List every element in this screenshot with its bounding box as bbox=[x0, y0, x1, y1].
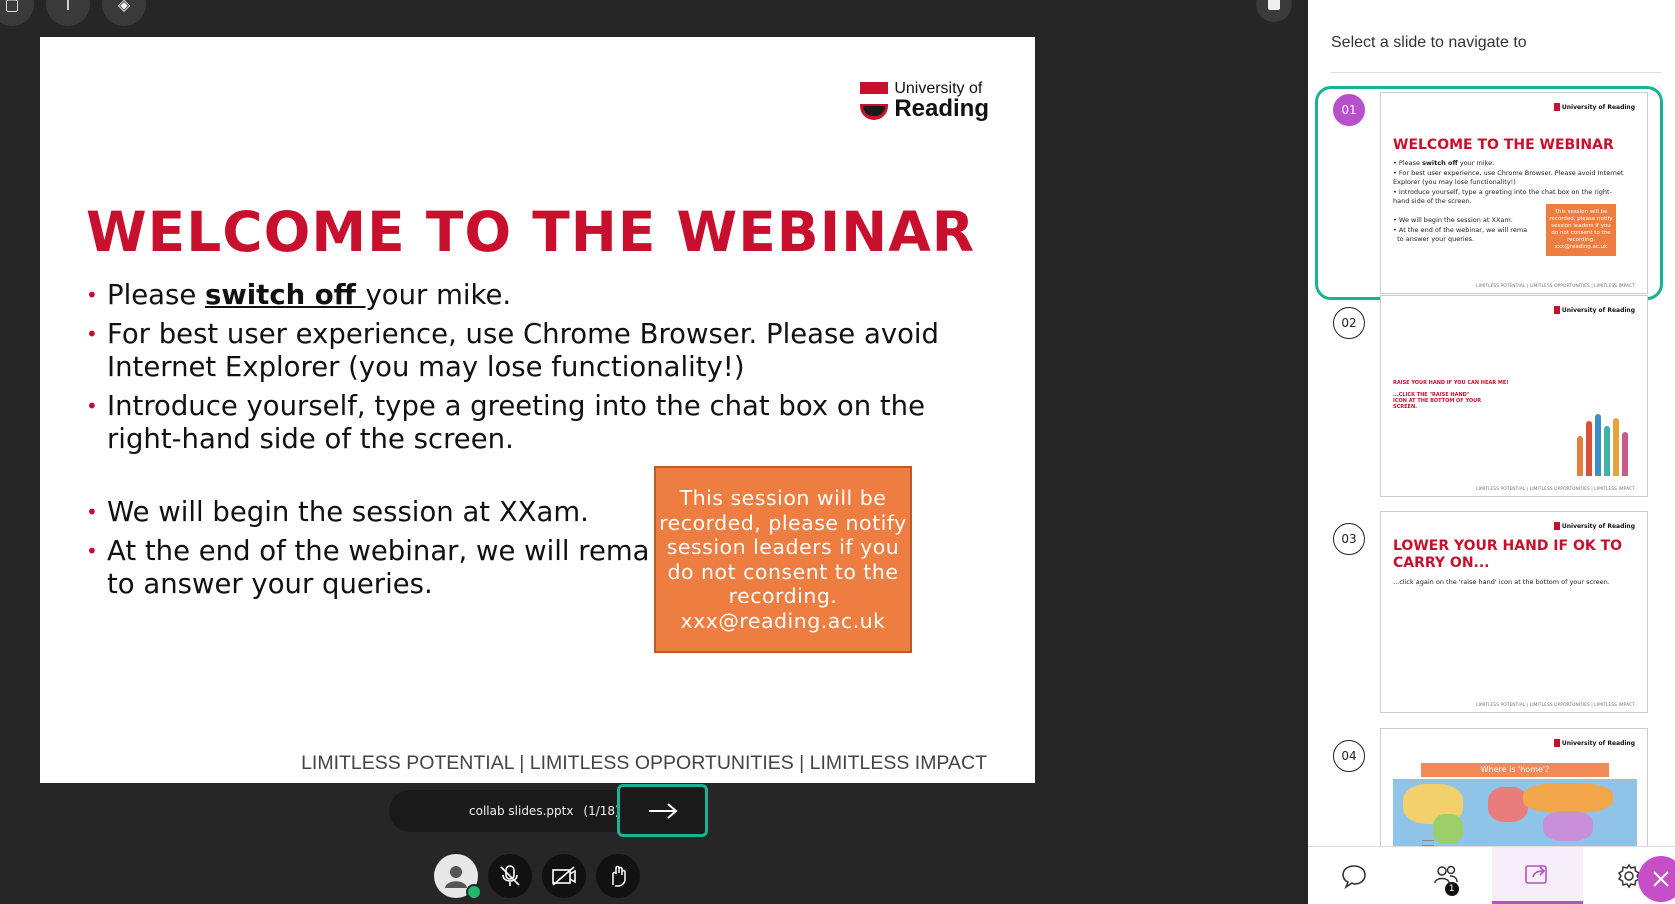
camera-button[interactable] bbox=[542, 854, 586, 898]
thumb-logo: University of Reading bbox=[1553, 739, 1635, 747]
bullet-item: Please switch off your mike. bbox=[86, 279, 966, 312]
tab-chat[interactable] bbox=[1308, 847, 1400, 904]
microphone-button[interactable] bbox=[488, 854, 532, 898]
crest-icon bbox=[860, 82, 889, 120]
slide-thumbnail[interactable]: University of Reading Where is 'home'? bbox=[1380, 728, 1648, 846]
top-toolbar: ▢ I ◈ bbox=[0, 0, 146, 26]
media-controls bbox=[434, 854, 640, 900]
slide-list[interactable]: 01 University of Reading WELCOME TO THE … bbox=[1308, 78, 1675, 846]
recording-notice-box: This session will be recorded, please no… bbox=[654, 466, 912, 653]
text-tool-icon[interactable]: I bbox=[46, 0, 90, 26]
slide-footer: LIMITLESS POTENTIAL | LIMITLESS OPPORTUN… bbox=[301, 752, 987, 774]
panel-resize-grip[interactable] bbox=[1422, 840, 1434, 846]
mic-off-icon bbox=[500, 865, 520, 886]
slide-number: 04 bbox=[1333, 740, 1365, 772]
bullet-bold-text: switch off bbox=[204, 279, 366, 311]
university-logo: University of Reading bbox=[860, 81, 989, 121]
bullet-item: Introduce yourself, type a greeting into… bbox=[86, 390, 966, 456]
camera-off-icon bbox=[552, 866, 576, 886]
slide-thumbnail[interactable]: University of Reading LOWER YOUR HAND IF… bbox=[1380, 511, 1648, 713]
file-name: collab slides.pptx bbox=[469, 804, 574, 818]
thumb-logo: University of Reading bbox=[1553, 522, 1635, 530]
participants-count-badge: 1 bbox=[1444, 882, 1459, 896]
presentation-slide: University of Reading WELCOME TO THE WEB… bbox=[40, 37, 1035, 783]
thumb-footer: LIMITLESS POTENTIAL | LIMITLESS OPPORTUN… bbox=[1476, 487, 1635, 492]
thumb-body: ...CLICK THE "RAISE HAND" ICON AT THE BO… bbox=[1393, 392, 1482, 410]
world-map-image bbox=[1393, 779, 1637, 846]
status-check-icon bbox=[466, 884, 482, 900]
slide-counter: (1/18) bbox=[583, 804, 620, 818]
slide-number: 01 bbox=[1333, 94, 1365, 126]
stop-share-icon[interactable] bbox=[1256, 0, 1292, 22]
share-content-icon bbox=[1525, 865, 1548, 884]
thumb-body: ...click again on the 'raise hand' icon … bbox=[1393, 578, 1610, 586]
thumb-logo: University of Reading bbox=[1553, 103, 1635, 111]
slide-number: 02 bbox=[1333, 307, 1365, 339]
logo-line2: Reading bbox=[894, 95, 989, 122]
raise-hand-button[interactable] bbox=[596, 854, 640, 898]
thumb-footer: LIMITLESS POTENTIAL | LIMITLESS OPPORTUN… bbox=[1476, 284, 1635, 289]
shape-tool-icon[interactable]: ◈ bbox=[102, 0, 146, 26]
thumb-footer: LIMITLESS POTENTIAL | LIMITLESS OPPORTUN… bbox=[1476, 703, 1635, 708]
avatar-icon bbox=[445, 866, 467, 888]
profile-button[interactable] bbox=[434, 854, 482, 900]
thumb-title: LOWER YOUR HAND IF OK TO CARRY ON... bbox=[1393, 538, 1623, 571]
close-icon bbox=[1653, 871, 1669, 887]
arrow-right-icon bbox=[648, 802, 678, 819]
thumb-title: Where is 'home'? bbox=[1421, 763, 1609, 777]
slide-thumbnail[interactable]: University of Reading RAISE YOUR HAND IF… bbox=[1380, 295, 1648, 497]
tab-share-content[interactable] bbox=[1491, 847, 1584, 904]
panel-tabs: 1 bbox=[1308, 846, 1675, 904]
divider bbox=[1331, 72, 1661, 73]
hand-icon bbox=[612, 865, 626, 887]
thumb-title: RAISE YOUR HAND IF YOU CAN HEAR ME! bbox=[1393, 380, 1509, 386]
bullet-item: For best user experience, use Chrome Bro… bbox=[86, 318, 966, 384]
raised-hands-icon bbox=[1577, 406, 1633, 476]
slide-navigator-panel: Select a slide to navigate to 01 Univers… bbox=[1308, 0, 1675, 904]
menu-icon[interactable]: ▢ bbox=[0, 0, 34, 26]
thumb-orange-box: This session will be recorded, please no… bbox=[1546, 204, 1616, 256]
panel-header: Select a slide to navigate to bbox=[1331, 34, 1527, 51]
slide-thumbnail[interactable]: University of Reading WELCOME TO THE WEB… bbox=[1380, 92, 1648, 294]
slide-title: WELCOME TO THE WEBINAR bbox=[86, 200, 976, 264]
chat-icon bbox=[1342, 864, 1366, 889]
tab-participants[interactable]: 1 bbox=[1400, 847, 1492, 904]
thumb-logo: University of Reading bbox=[1553, 306, 1635, 314]
next-slide-button[interactable] bbox=[617, 784, 708, 837]
slide-number: 03 bbox=[1333, 523, 1365, 555]
thumb-title: WELCOME TO THE WEBINAR bbox=[1393, 137, 1614, 153]
